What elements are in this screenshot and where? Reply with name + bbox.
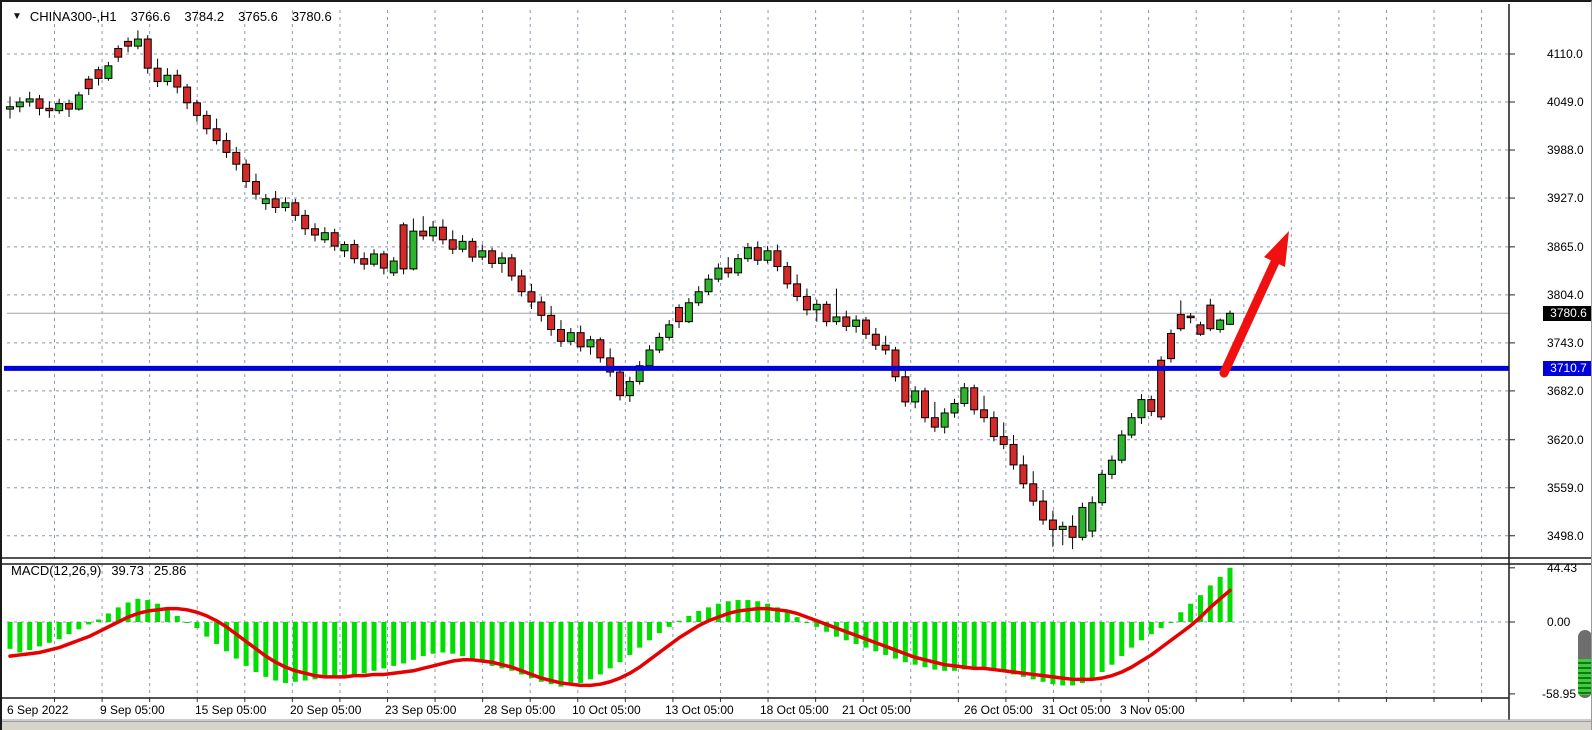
time-axis-label: 13 Oct 05:00 [665,703,734,717]
price-axis-tick: 4110.0 [1547,47,1583,61]
support-line-price-tag[interactable]: 3710.7 [1543,361,1592,376]
ohlc-low: 3765.6 [238,9,278,24]
macd-main-value: 39.73 [111,563,144,578]
price-axis-tick: 3682.0 [1547,384,1584,398]
macd-indicator-label: MACD(12,26,9) 39.73 25.86 [11,563,186,578]
ohlc-open: 3766.6 [131,9,171,24]
price-axis-tick: 3620.0 [1547,433,1584,447]
price-axis-tick: 3559.0 [1547,481,1584,495]
time-axis-label: 6 Sep 2022 [7,703,68,717]
price-axis-tick: 3927.0 [1547,191,1584,205]
time-axis-label: 26 Oct 05:00 [964,703,1033,717]
scrollbar-stripes-icon [1578,659,1592,695]
chart-window: ▼ CHINA300-,H1 3766.6 3784.2 3765.6 3780… [0,0,1592,730]
window-bottom-strip [2,721,1592,730]
ohlc-close: 3780.6 [292,9,332,24]
time-axis-label: 31 Oct 05:00 [1042,703,1111,717]
time-axis-label: 23 Sep 05:00 [385,703,456,717]
candlestick-chart-canvas[interactable] [2,2,1592,730]
time-axis-label: 20 Sep 05:00 [290,703,361,717]
price-axis-tick: 3804.0 [1547,288,1584,302]
price-axis-tick: 3988.0 [1547,143,1584,157]
symbol-label: CHINA300-,H1 [30,9,117,24]
time-axis-label: 18 Oct 05:00 [760,703,829,717]
price-axis-tick: 3498.0 [1547,529,1584,543]
price-axis-tick: 3743.0 [1547,336,1584,350]
time-axis-label: 21 Oct 05:00 [842,703,911,717]
current-price-tag: 3780.6 [1543,306,1592,321]
price-axis-tick: 3865.0 [1547,240,1584,254]
symbol-dropdown-icon[interactable]: ▼ [12,12,22,22]
time-axis-label: 9 Sep 05:00 [100,703,165,717]
indicator-scrollbar-thumb[interactable] [1578,630,1592,698]
chart-header: ▼ CHINA300-,H1 3766.6 3784.2 3765.6 3780… [12,9,332,24]
ohlc-high: 3784.2 [184,9,224,24]
macd-signal-value: 25.86 [154,563,187,578]
time-axis-label: 10 Oct 05:00 [572,703,641,717]
time-axis-label: 15 Sep 05:00 [195,703,266,717]
price-axis-tick: 4049.0 [1547,95,1584,109]
time-axis-label: 28 Sep 05:00 [484,703,555,717]
macd-name: MACD(12,26,9) [11,563,101,578]
time-axis-label: 3 Nov 05:00 [1120,703,1185,717]
macd-axis-tick: 44.43 [1547,561,1577,575]
macd-axis-tick: -58.95 [1542,687,1576,701]
macd-axis-tick: 0.00 [1547,615,1570,629]
